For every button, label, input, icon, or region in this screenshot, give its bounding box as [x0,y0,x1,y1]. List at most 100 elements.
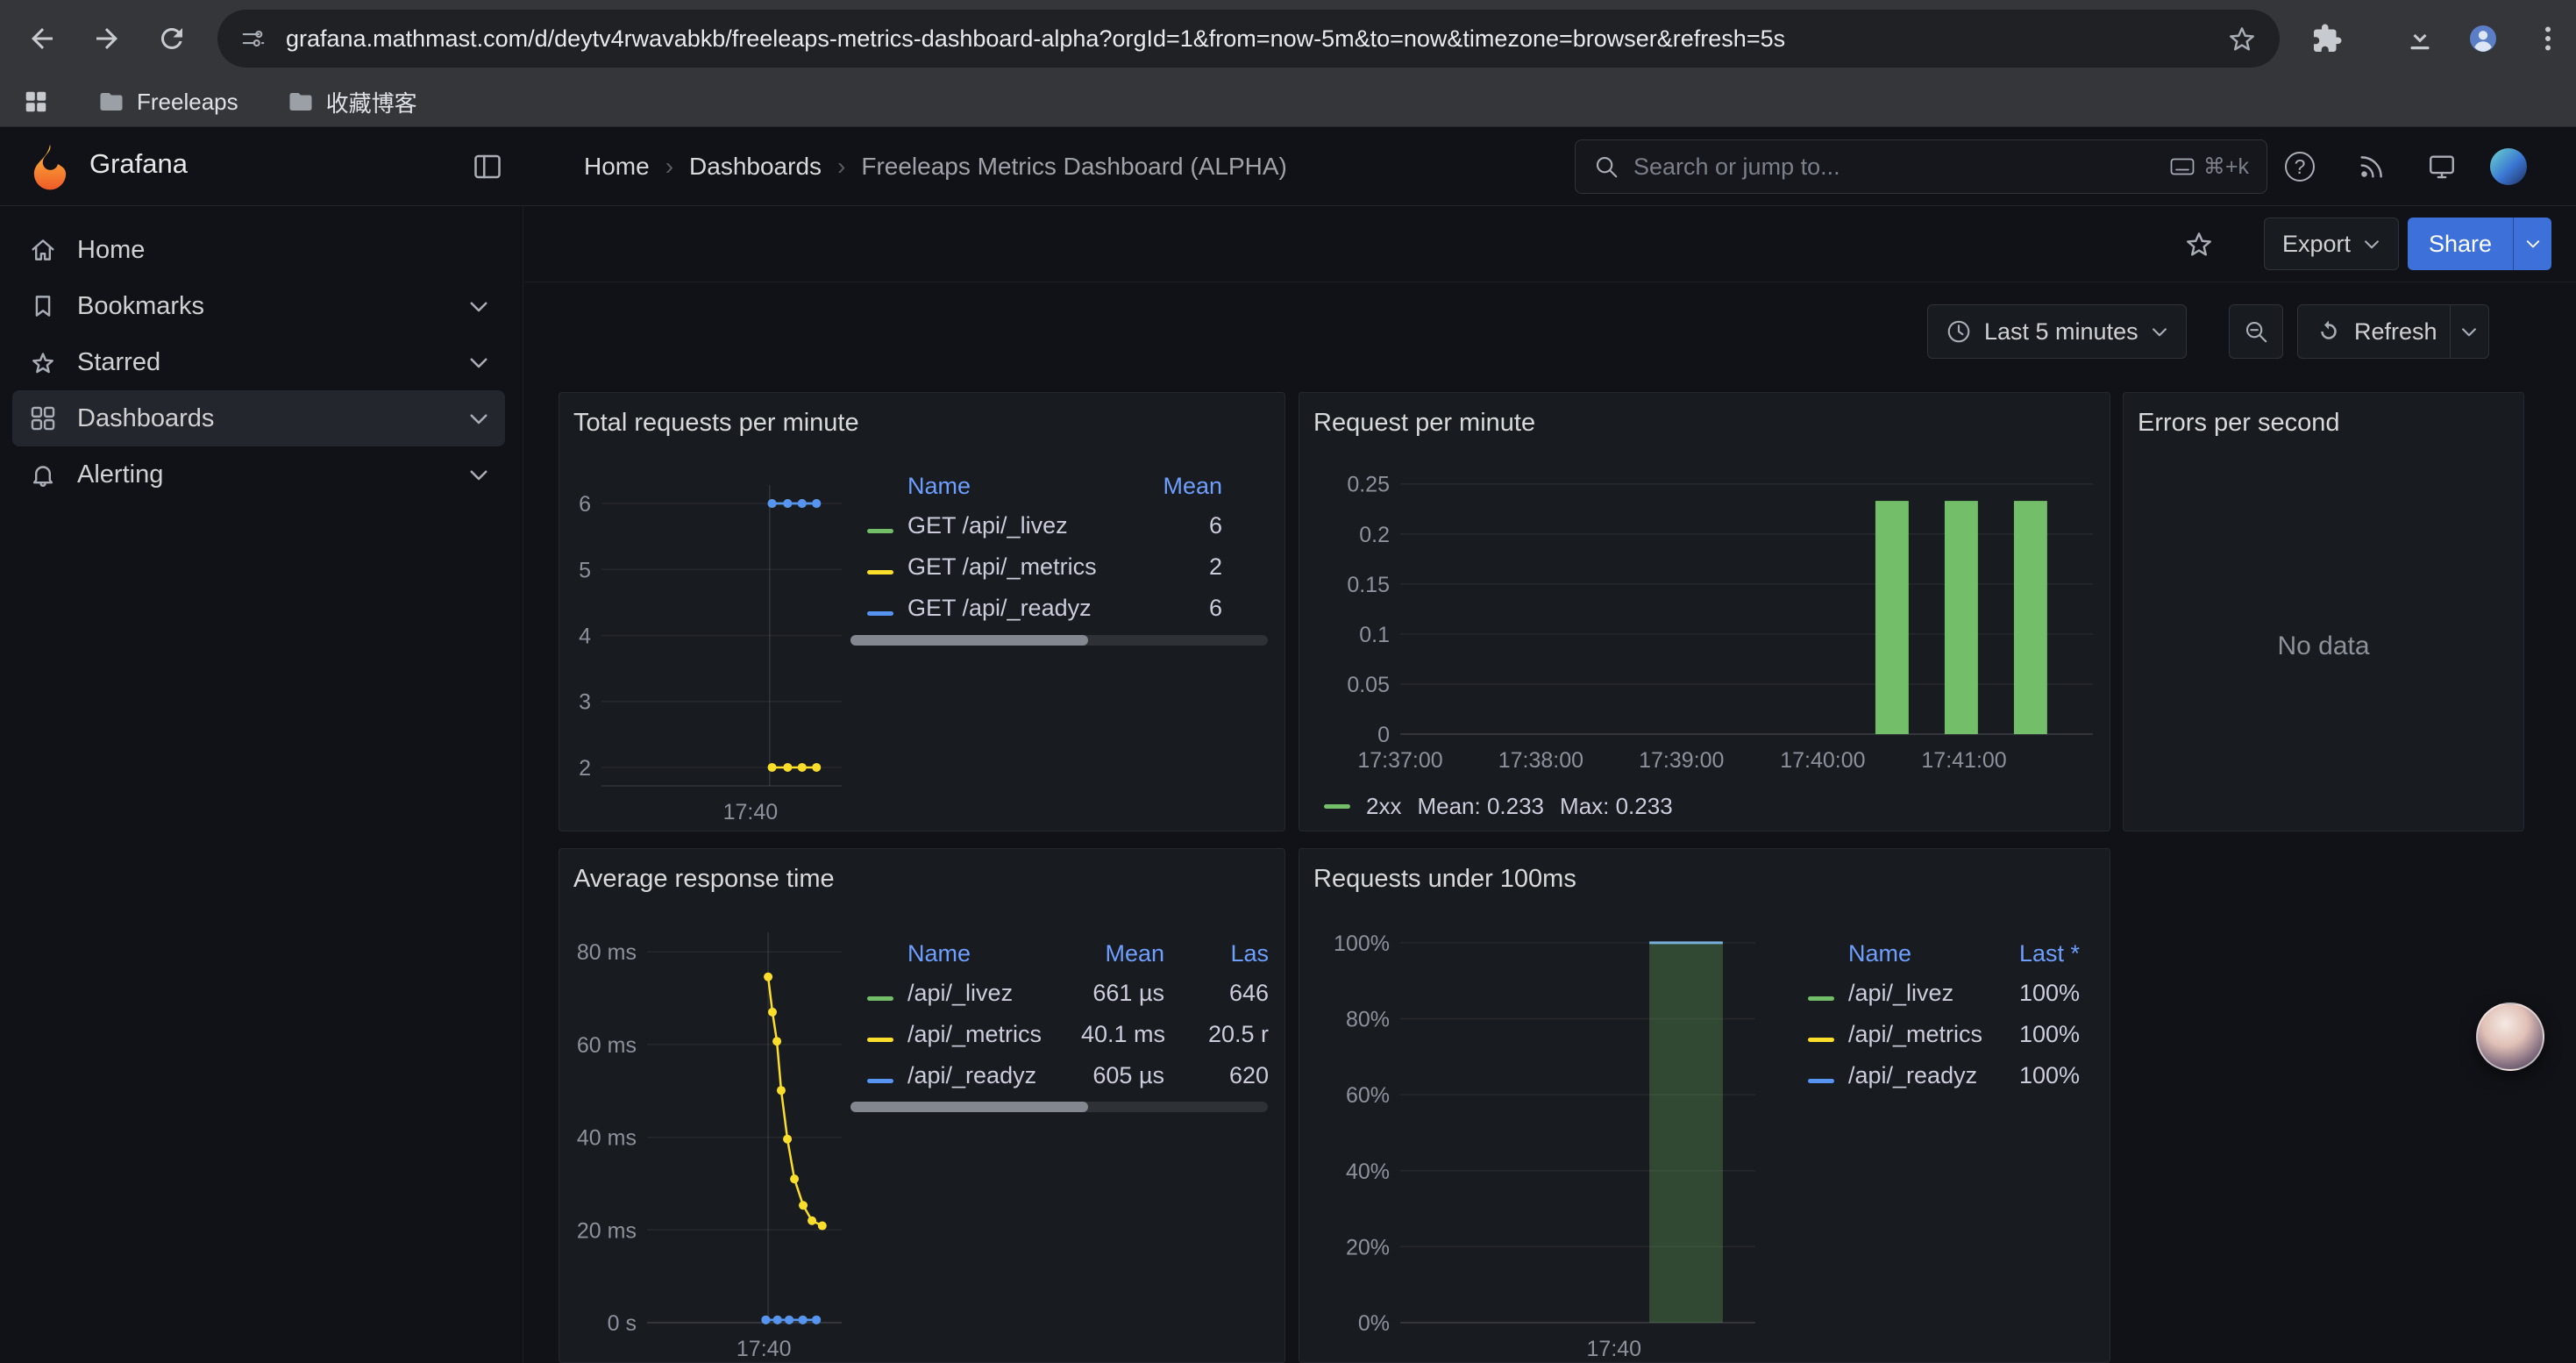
screen: grafana.mathmast.com/d/deytv4rwavabkb/fr… [0,0,2576,1363]
apps-icon [28,403,58,433]
extensions-icon[interactable] [2299,11,2355,67]
apps-grid-icon[interactable] [23,89,49,115]
downloads-icon[interactable] [2392,11,2448,67]
svg-text:3: 3 [579,690,591,715]
export-button[interactable]: Export [2264,218,2399,270]
product-name: Grafana [89,148,188,180]
sidebar-item-label: Starred [77,348,160,377]
legend-row[interactable]: /api/_readyz605 µs620 [867,1055,1269,1096]
keyboard-icon [2170,158,2195,175]
refresh-interval-dropdown[interactable] [2450,305,2488,358]
legend-table: NameMeanLas/api/_livez661 µs646/api/_met… [867,934,1269,1096]
breadcrumb-item[interactable]: Home [584,153,650,181]
chevron-down-icon[interactable] [468,300,489,313]
back-icon[interactable] [14,11,70,67]
legend-row[interactable]: /api/_livez661 µs646 [867,973,1269,1014]
legend-header: NameLast * [1808,934,2080,973]
site-info-icon[interactable] [240,25,267,52]
sidebar-item-label: Dashboards [77,404,214,433]
bookmark-icon [28,291,58,321]
panel-request-per-minute[interactable]: Request per minute 0.250.20.150.10.05017… [1299,392,2110,831]
legend-row[interactable]: GET /api/_metrics2 [867,546,1222,588]
svg-text:40 ms: 40 ms [577,1126,637,1151]
grafana-header: Grafana Home›Dashboards›Freeleaps Metric… [0,127,2576,206]
browser-toolbar: grafana.mathmast.com/d/deytv4rwavabkb/fr… [0,0,2576,77]
sidebar-item-bookmarks[interactable]: Bookmarks [12,278,505,334]
legend-row[interactable]: /api/_metrics100% [1808,1014,2080,1055]
series-color-marker [867,1079,893,1083]
series-color-marker [867,1038,893,1042]
share-button[interactable]: Share [2408,218,2551,270]
news-rss-icon[interactable] [2355,150,2388,183]
legend-row[interactable]: /api/_livez100% [1808,973,2080,1014]
star-icon [28,347,58,377]
bookmark-star-icon[interactable] [2227,24,2257,54]
series-color-marker [867,570,893,574]
folder-icon [98,89,125,115]
dock-menu-icon[interactable] [472,151,503,182]
chevron-down-icon[interactable] [468,468,489,482]
sidebar-item-starred[interactable]: Starred [12,334,505,390]
sidebar-item-home[interactable]: Home [12,222,505,278]
url-text[interactable]: grafana.mathmast.com/d/deytv4rwavabkb/fr… [286,25,2208,53]
zoom-out-button[interactable] [2229,304,2283,359]
browser-profile-avatar[interactable] [2455,11,2511,67]
bookmark-folder[interactable]: 收藏博客 [288,86,417,118]
refresh-button[interactable]: Refresh [2297,304,2489,359]
address-bar[interactable]: grafana.mathmast.com/d/deytv4rwavabkb/fr… [217,10,2280,68]
no-data-message: No data [2124,632,2523,661]
chevron-down-icon[interactable] [468,412,489,425]
panel-title[interactable]: Errors per second [2138,409,2340,438]
svg-text:5: 5 [579,558,591,582]
sidebar-item-dashboards[interactable]: Dashboards [12,390,505,446]
svg-text:17:40: 17:40 [723,800,779,824]
panel-average-response-time[interactable]: Average response time 80 ms60 ms40 ms20 … [559,848,1285,1363]
share-dropdown[interactable] [2513,218,2551,270]
grafana-logo[interactable] [25,141,75,192]
monitor-icon[interactable] [2425,150,2459,183]
legend-row[interactable]: GET /api/_readyz6 [867,588,1222,629]
legend-row[interactable]: /api/_metrics40.1 ms20.5 r [867,1014,1269,1055]
svg-text:0.05: 0.05 [1347,673,1390,697]
sidebar-item-alerting[interactable]: Alerting [12,446,505,503]
svg-text:17:40: 17:40 [737,1337,792,1361]
panel-requests-under-100ms[interactable]: Requests under 100ms 100%80%60%40%20%0%1… [1299,848,2110,1363]
legend-table: NameMeanGET /api/_livez6GET /api/_metric… [867,467,1269,629]
legend-header: NameMean [867,467,1222,505]
time-range-picker[interactable]: Last 5 minutes [1927,304,2187,359]
legend-scrollbar[interactable] [850,1102,1268,1112]
bookmark-folder[interactable]: Freeleaps [98,89,238,116]
floating-assistant-avatar[interactable] [2476,1003,2544,1071]
favorite-star-icon[interactable] [2180,225,2218,263]
forward-icon[interactable] [79,11,135,67]
reload-icon[interactable] [144,11,200,67]
legend-table: NameLast */api/_livez100%/api/_metrics10… [1808,934,2080,1096]
scrollbar-thumb[interactable] [850,635,1088,646]
svg-text:17:39:00: 17:39:00 [1639,748,1724,773]
series-color-marker [1808,996,1834,1001]
help-icon[interactable]: ? [2283,150,2316,183]
browser-menu-icon[interactable] [2520,11,2576,67]
series-color-marker [867,996,893,1001]
chevron-down-icon[interactable] [468,356,489,369]
svg-text:0.25: 0.25 [1347,473,1390,497]
breadcrumb-item[interactable]: Dashboards [689,153,822,181]
legend-scrollbar[interactable] [850,635,1268,646]
breadcrumb-item[interactable]: Freeleaps Metrics Dashboard (ALPHA) [861,153,1287,181]
svg-text:6: 6 [579,492,591,517]
scrollbar-thumb[interactable] [850,1102,1088,1112]
chevron-down-icon [2151,326,2168,338]
svg-text:40%: 40% [1346,1160,1390,1184]
search-shortcut: ⌘+k [2170,153,2249,180]
zoom-out-icon [2243,318,2269,345]
legend-row[interactable]: GET /api/_livez6 [867,505,1222,546]
user-avatar[interactable] [2490,148,2527,185]
legend-row[interactable]: /api/_readyz100% [1808,1055,2080,1096]
svg-text:0.1: 0.1 [1359,623,1390,647]
legend-inline[interactable]: 2xx Mean: 0.233 Max: 0.233 [1324,793,1673,820]
search-input[interactable]: Search or jump to... ⌘+k [1575,139,2267,194]
panel-errors-per-second[interactable]: Errors per second No data [2123,392,2524,831]
panel-total-requests[interactable]: Total requests per minute 6543217:40 Nam… [559,392,1285,831]
series-color-marker [1324,804,1350,809]
svg-text:20 ms: 20 ms [577,1218,637,1243]
